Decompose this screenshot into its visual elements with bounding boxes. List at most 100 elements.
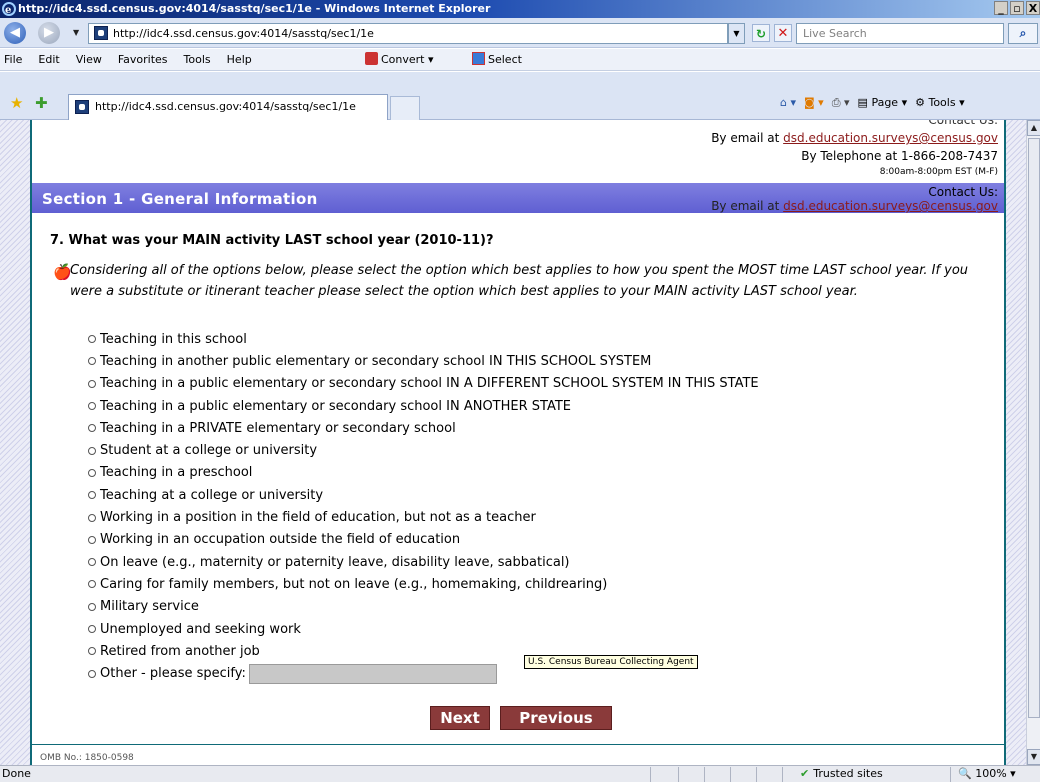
select-menu[interactable]: Select [472,52,522,66]
section-contact: Contact Us: By email at dsd.education.su… [711,185,998,213]
option-row[interactable]: Caring for family members, but not on le… [88,573,759,595]
status-cell [678,767,679,782]
radio-button[interactable] [88,379,96,388]
scroll-up-icon[interactable]: ▲ [1027,120,1040,136]
address-toolbar: ◀ ▶ ▼ http://idc4.ssd.census.gov:4014/sa… [0,18,1040,48]
zone-label: Trusted sites [813,767,883,780]
radio-button[interactable] [88,647,96,656]
radio-button[interactable] [88,669,96,678]
home-icon[interactable]: ⌂ ▾ [780,96,796,110]
radio-button[interactable] [88,335,96,344]
section-header: Section 1 - General Information Contact … [32,183,1004,213]
radio-button[interactable] [88,491,96,500]
radio-button[interactable] [88,357,96,366]
zoom-control[interactable]: 🔍 100% ▾ [958,766,1016,782]
menu-bar: File Edit View Favorites Tools Help Conv… [0,49,1040,71]
live-search-input[interactable]: Live Search [796,23,1004,44]
scrollbar-thumb[interactable] [1028,138,1040,718]
next-button[interactable]: Next [430,706,490,730]
page-background-left [0,120,30,765]
print-icon[interactable]: ⎙ ▾ [832,96,850,110]
security-zone[interactable]: ✔ Trusted sites [800,766,883,782]
stop-icon[interactable]: ✕ [774,24,792,42]
option-label: Caring for family members, but not on le… [100,576,608,592]
apple-icon: 🍎 [53,263,72,281]
question-text: 7. What was your MAIN activity LAST scho… [50,233,494,248]
contact-info-top: Contact Us: By email at dsd.education.su… [711,120,998,179]
radio-button[interactable] [88,402,96,411]
minimize-button[interactable]: _ [994,1,1008,15]
option-row[interactable]: Teaching in a public elementary or secon… [88,373,759,395]
previous-button[interactable]: Previous [500,706,612,730]
status-cell [782,767,783,782]
section-email-link[interactable]: dsd.education.surveys@census.gov [783,199,998,213]
tab-favicon-icon [75,100,89,114]
option-row[interactable]: Teaching at a college or university [88,484,759,506]
menu-edit[interactable]: Edit [30,53,67,66]
scroll-down-icon[interactable]: ▼ [1027,749,1040,765]
feeds-icon[interactable]: ◙ ▾ [804,96,824,110]
radio-button[interactable] [88,625,96,633]
radio-button[interactable] [88,513,96,522]
menu-view[interactable]: View [68,53,110,66]
radio-button[interactable] [88,580,96,589]
page-menu[interactable]: ▤ Page ▾ [858,96,908,110]
status-text: Done [2,767,31,780]
convert-menu[interactable]: Convert ▾ [365,52,434,66]
tooltip: U.S. Census Bureau Collecting Agent [524,655,698,669]
radio-button[interactable] [88,468,96,477]
select-icon [472,52,485,65]
radio-button[interactable] [88,602,96,611]
option-label: Military service [100,599,199,615]
section-contact-heading: Contact Us: [928,185,998,199]
option-row[interactable]: Student at a college or university [88,439,759,461]
menu-tools[interactable]: Tools [176,53,219,66]
radio-button[interactable] [88,446,96,455]
option-label: Retired from another job [100,643,260,659]
address-dropdown-icon[interactable]: ▼ [728,23,745,44]
convert-label: Convert [381,53,425,66]
address-field[interactable]: http://idc4.ssd.census.gov:4014/sasstq/s… [88,23,728,44]
forward-button[interactable]: ▶ [38,22,60,44]
option-row[interactable]: Teaching in a PRIVATE elementary or seco… [88,417,759,439]
option-row[interactable]: Working in an occupation outside the fie… [88,529,759,551]
trusted-check-icon: ✔ [800,767,810,780]
tools-menu[interactable]: ⚙ Tools ▾ [915,96,965,110]
page-background-right [1006,120,1026,765]
command-bar: ⌂ ▾ ◙ ▾ ⎙ ▾ ▤ Page ▾ ⚙ Tools ▾ [780,96,965,110]
option-label: Teaching in another public elementary or… [100,353,652,369]
option-row[interactable]: Teaching in this school [88,328,759,350]
option-row[interactable]: Unemployed and seeking work [88,618,759,640]
tab-current[interactable]: http://idc4.ssd.census.gov:4014/sasstq/s… [68,94,388,120]
maximize-button[interactable]: ▫ [1010,1,1024,15]
survey-page: Contact Us: By email at dsd.education.su… [30,120,1006,765]
tools-menu-label: Tools [928,96,956,109]
menu-help[interactable]: Help [219,53,260,66]
status-cell [730,767,731,782]
option-row[interactable]: Teaching in a public elementary or secon… [88,395,759,417]
close-button[interactable]: X [1026,1,1040,15]
option-row[interactable]: Military service [88,596,759,618]
option-row[interactable]: Teaching in a preschool [88,462,759,484]
radio-button[interactable] [88,558,96,567]
option-label: Teaching in a PRIVATE elementary or seco… [100,420,456,436]
menu-favorites[interactable]: Favorites [110,53,176,66]
search-icon[interactable]: ⌕ [1008,23,1038,44]
refresh-icon[interactable]: ↻ [752,24,770,42]
radio-button[interactable] [88,535,96,544]
menu-file[interactable]: File [0,53,30,66]
footer-divider [32,744,1004,745]
radio-button[interactable] [88,424,96,433]
add-favorites-icon[interactable]: ✚ [35,94,48,112]
option-row[interactable]: On leave (e.g., maternity or paternity l… [88,551,759,573]
new-tab-button[interactable] [390,96,420,120]
option-row[interactable]: Teaching in another public elementary or… [88,350,759,372]
back-button[interactable]: ◀ [4,22,26,44]
vertical-scrollbar[interactable]: ▲ ▼ [1026,120,1040,765]
contact-heading: Contact Us: [928,120,998,127]
contact-email-link[interactable]: dsd.education.surveys@census.gov [783,131,998,145]
favorites-star-icon[interactable]: ★ [10,94,23,112]
history-dropdown-icon[interactable]: ▼ [73,28,79,37]
other-specify-input[interactable] [248,663,497,684]
option-row[interactable]: Working in a position in the field of ed… [88,506,759,528]
